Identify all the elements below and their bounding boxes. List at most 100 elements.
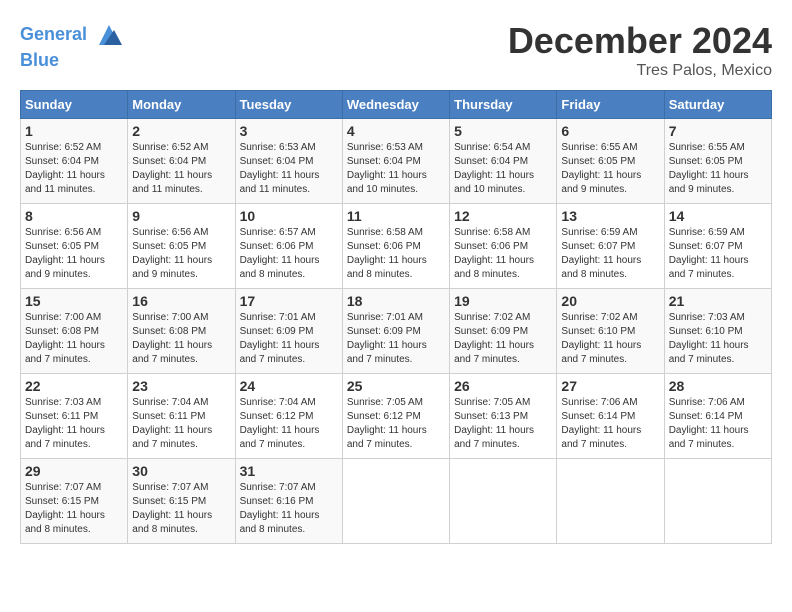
month-title: December 2024 bbox=[508, 20, 772, 62]
calendar-day-27: 27 Sunrise: 7:06 AM Sunset: 6:14 PM Dayl… bbox=[557, 374, 664, 459]
calendar-day-11: 11 Sunrise: 6:58 AM Sunset: 6:06 PM Dayl… bbox=[342, 204, 449, 289]
page-header: General Blue December 2024 Tres Palos, M… bbox=[20, 20, 772, 80]
calendar-day-23: 23 Sunrise: 7:04 AM Sunset: 6:11 PM Dayl… bbox=[128, 374, 235, 459]
empty-cell bbox=[450, 459, 557, 544]
day-info: Sunrise: 6:53 AM Sunset: 6:04 PM Dayligh… bbox=[240, 141, 338, 197]
empty-cell bbox=[664, 459, 771, 544]
day-number: 11 bbox=[347, 208, 445, 224]
calendar-day-30: 30 Sunrise: 7:07 AM Sunset: 6:15 PM Dayl… bbox=[128, 459, 235, 544]
day-number: 12 bbox=[454, 208, 552, 224]
day-info: Sunrise: 7:05 AM Sunset: 6:12 PM Dayligh… bbox=[347, 396, 445, 452]
calendar-day-1: 1 Sunrise: 6:52 AM Sunset: 6:04 PM Dayli… bbox=[21, 119, 128, 204]
calendar-week-2: 8 Sunrise: 6:56 AM Sunset: 6:05 PM Dayli… bbox=[21, 204, 772, 289]
day-number: 7 bbox=[669, 123, 767, 139]
empty-cell bbox=[342, 459, 449, 544]
day-info: Sunrise: 7:03 AM Sunset: 6:11 PM Dayligh… bbox=[25, 396, 123, 452]
day-header-tuesday: Tuesday bbox=[235, 91, 342, 119]
day-number: 28 bbox=[669, 378, 767, 394]
day-number: 10 bbox=[240, 208, 338, 224]
day-number: 1 bbox=[25, 123, 123, 139]
calendar-day-22: 22 Sunrise: 7:03 AM Sunset: 6:11 PM Dayl… bbox=[21, 374, 128, 459]
calendar-day-15: 15 Sunrise: 7:00 AM Sunset: 6:08 PM Dayl… bbox=[21, 289, 128, 374]
title-section: December 2024 Tres Palos, Mexico bbox=[508, 20, 772, 80]
calendar-day-9: 9 Sunrise: 6:56 AM Sunset: 6:05 PM Dayli… bbox=[128, 204, 235, 289]
day-info: Sunrise: 6:56 AM Sunset: 6:05 PM Dayligh… bbox=[132, 226, 230, 282]
header-row: SundayMondayTuesdayWednesdayThursdayFrid… bbox=[21, 91, 772, 119]
day-info: Sunrise: 7:07 AM Sunset: 6:15 PM Dayligh… bbox=[132, 481, 230, 537]
logo-text: General bbox=[20, 20, 124, 50]
logo-blue: Blue bbox=[20, 50, 124, 72]
day-info: Sunrise: 6:55 AM Sunset: 6:05 PM Dayligh… bbox=[669, 141, 767, 197]
calendar-day-29: 29 Sunrise: 7:07 AM Sunset: 6:15 PM Dayl… bbox=[21, 459, 128, 544]
day-info: Sunrise: 7:06 AM Sunset: 6:14 PM Dayligh… bbox=[669, 396, 767, 452]
calendar-day-24: 24 Sunrise: 7:04 AM Sunset: 6:12 PM Dayl… bbox=[235, 374, 342, 459]
calendar-day-2: 2 Sunrise: 6:52 AM Sunset: 6:04 PM Dayli… bbox=[128, 119, 235, 204]
calendar-day-18: 18 Sunrise: 7:01 AM Sunset: 6:09 PM Dayl… bbox=[342, 289, 449, 374]
day-header-monday: Monday bbox=[128, 91, 235, 119]
day-number: 24 bbox=[240, 378, 338, 394]
day-number: 30 bbox=[132, 463, 230, 479]
calendar-day-13: 13 Sunrise: 6:59 AM Sunset: 6:07 PM Dayl… bbox=[557, 204, 664, 289]
day-number: 3 bbox=[240, 123, 338, 139]
logo-general: General bbox=[20, 24, 87, 44]
day-info: Sunrise: 6:59 AM Sunset: 6:07 PM Dayligh… bbox=[669, 226, 767, 282]
day-info: Sunrise: 7:03 AM Sunset: 6:10 PM Dayligh… bbox=[669, 311, 767, 367]
day-number: 19 bbox=[454, 293, 552, 309]
day-number: 17 bbox=[240, 293, 338, 309]
day-number: 15 bbox=[25, 293, 123, 309]
calendar-day-6: 6 Sunrise: 6:55 AM Sunset: 6:05 PM Dayli… bbox=[557, 119, 664, 204]
day-info: Sunrise: 6:57 AM Sunset: 6:06 PM Dayligh… bbox=[240, 226, 338, 282]
calendar-week-4: 22 Sunrise: 7:03 AM Sunset: 6:11 PM Dayl… bbox=[21, 374, 772, 459]
calendar-day-8: 8 Sunrise: 6:56 AM Sunset: 6:05 PM Dayli… bbox=[21, 204, 128, 289]
day-header-friday: Friday bbox=[557, 91, 664, 119]
calendar-week-3: 15 Sunrise: 7:00 AM Sunset: 6:08 PM Dayl… bbox=[21, 289, 772, 374]
location-title: Tres Palos, Mexico bbox=[508, 62, 772, 80]
calendar-day-17: 17 Sunrise: 7:01 AM Sunset: 6:09 PM Dayl… bbox=[235, 289, 342, 374]
calendar-day-26: 26 Sunrise: 7:05 AM Sunset: 6:13 PM Dayl… bbox=[450, 374, 557, 459]
day-info: Sunrise: 6:54 AM Sunset: 6:04 PM Dayligh… bbox=[454, 141, 552, 197]
day-number: 4 bbox=[347, 123, 445, 139]
day-info: Sunrise: 6:59 AM Sunset: 6:07 PM Dayligh… bbox=[561, 226, 659, 282]
calendar-week-1: 1 Sunrise: 6:52 AM Sunset: 6:04 PM Dayli… bbox=[21, 119, 772, 204]
day-number: 20 bbox=[561, 293, 659, 309]
day-info: Sunrise: 7:01 AM Sunset: 6:09 PM Dayligh… bbox=[240, 311, 338, 367]
calendar-day-31: 31 Sunrise: 7:07 AM Sunset: 6:16 PM Dayl… bbox=[235, 459, 342, 544]
calendar-day-28: 28 Sunrise: 7:06 AM Sunset: 6:14 PM Dayl… bbox=[664, 374, 771, 459]
day-info: Sunrise: 6:53 AM Sunset: 6:04 PM Dayligh… bbox=[347, 141, 445, 197]
calendar-day-21: 21 Sunrise: 7:03 AM Sunset: 6:10 PM Dayl… bbox=[664, 289, 771, 374]
calendar-day-19: 19 Sunrise: 7:02 AM Sunset: 6:09 PM Dayl… bbox=[450, 289, 557, 374]
calendar-day-14: 14 Sunrise: 6:59 AM Sunset: 6:07 PM Dayl… bbox=[664, 204, 771, 289]
day-info: Sunrise: 7:06 AM Sunset: 6:14 PM Dayligh… bbox=[561, 396, 659, 452]
day-info: Sunrise: 6:52 AM Sunset: 6:04 PM Dayligh… bbox=[132, 141, 230, 197]
day-number: 14 bbox=[669, 208, 767, 224]
day-number: 8 bbox=[25, 208, 123, 224]
calendar-day-10: 10 Sunrise: 6:57 AM Sunset: 6:06 PM Dayl… bbox=[235, 204, 342, 289]
calendar-day-20: 20 Sunrise: 7:02 AM Sunset: 6:10 PM Dayl… bbox=[557, 289, 664, 374]
day-number: 22 bbox=[25, 378, 123, 394]
calendar-day-3: 3 Sunrise: 6:53 AM Sunset: 6:04 PM Dayli… bbox=[235, 119, 342, 204]
day-number: 16 bbox=[132, 293, 230, 309]
day-header-sunday: Sunday bbox=[21, 91, 128, 119]
day-info: Sunrise: 7:04 AM Sunset: 6:12 PM Dayligh… bbox=[240, 396, 338, 452]
day-info: Sunrise: 7:01 AM Sunset: 6:09 PM Dayligh… bbox=[347, 311, 445, 367]
calendar-day-4: 4 Sunrise: 6:53 AM Sunset: 6:04 PM Dayli… bbox=[342, 119, 449, 204]
day-info: Sunrise: 7:00 AM Sunset: 6:08 PM Dayligh… bbox=[132, 311, 230, 367]
empty-cell bbox=[557, 459, 664, 544]
day-number: 6 bbox=[561, 123, 659, 139]
day-number: 25 bbox=[347, 378, 445, 394]
day-info: Sunrise: 6:52 AM Sunset: 6:04 PM Dayligh… bbox=[25, 141, 123, 197]
calendar-day-7: 7 Sunrise: 6:55 AM Sunset: 6:05 PM Dayli… bbox=[664, 119, 771, 204]
day-info: Sunrise: 7:04 AM Sunset: 6:11 PM Dayligh… bbox=[132, 396, 230, 452]
day-number: 13 bbox=[561, 208, 659, 224]
day-info: Sunrise: 6:56 AM Sunset: 6:05 PM Dayligh… bbox=[25, 226, 123, 282]
day-header-thursday: Thursday bbox=[450, 91, 557, 119]
day-info: Sunrise: 6:58 AM Sunset: 6:06 PM Dayligh… bbox=[454, 226, 552, 282]
day-info: Sunrise: 7:05 AM Sunset: 6:13 PM Dayligh… bbox=[454, 396, 552, 452]
day-info: Sunrise: 6:55 AM Sunset: 6:05 PM Dayligh… bbox=[561, 141, 659, 197]
day-number: 2 bbox=[132, 123, 230, 139]
logo: General Blue bbox=[20, 20, 124, 72]
day-number: 5 bbox=[454, 123, 552, 139]
day-info: Sunrise: 7:02 AM Sunset: 6:10 PM Dayligh… bbox=[561, 311, 659, 367]
calendar-week-5: 29 Sunrise: 7:07 AM Sunset: 6:15 PM Dayl… bbox=[21, 459, 772, 544]
day-info: Sunrise: 7:00 AM Sunset: 6:08 PM Dayligh… bbox=[25, 311, 123, 367]
